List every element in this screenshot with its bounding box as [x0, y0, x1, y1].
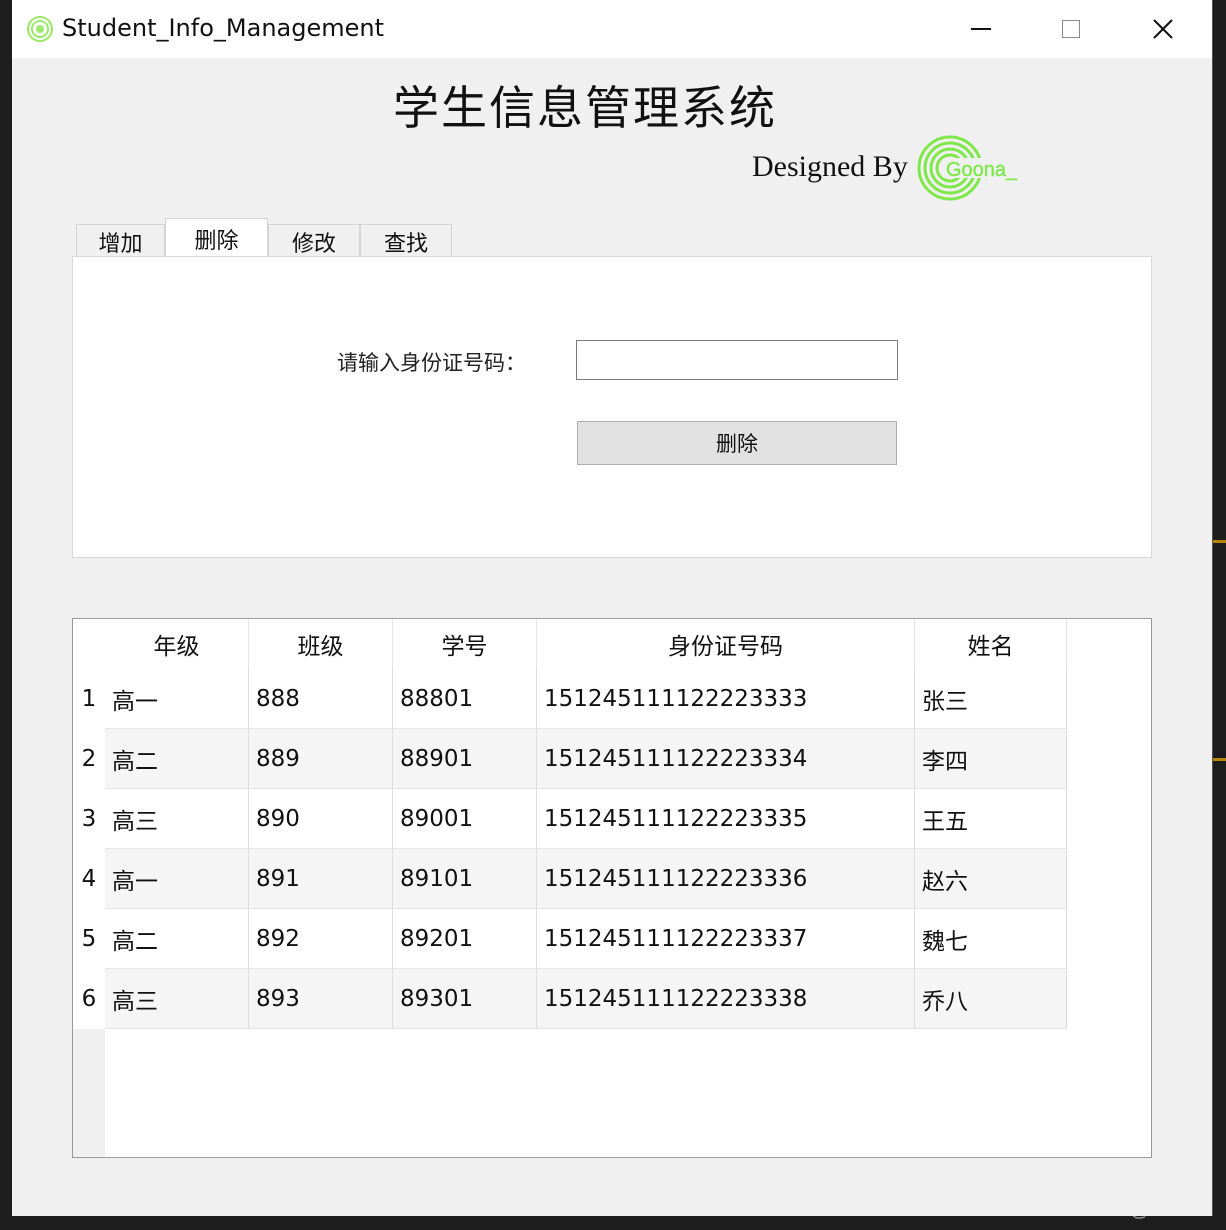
- table-cell-name[interactable]: 张三: [915, 669, 1067, 729]
- column-header-id-card[interactable]: 身份证号码: [537, 619, 915, 669]
- student-table[interactable]: 年级 班级 学号 身份证号码 姓名 1 高一 888 88801 1512451…: [72, 618, 1152, 1158]
- app-logo-icon: [27, 16, 53, 42]
- close-icon: [1153, 19, 1173, 39]
- table-cell-name[interactable]: 李四: [915, 729, 1067, 789]
- close-button[interactable]: [1118, 0, 1208, 58]
- bg-accent-mark: [1212, 540, 1226, 543]
- title-bar[interactable]: Student_Info_Management: [12, 0, 1212, 58]
- column-header-grade[interactable]: 年级: [105, 619, 249, 669]
- table-corner[interactable]: [73, 619, 105, 669]
- table-cell-student-id[interactable]: 89001: [393, 789, 537, 849]
- table-cell-class[interactable]: 891: [249, 849, 393, 909]
- table-cell-grade[interactable]: 高二: [105, 729, 249, 789]
- table-cell-id-card[interactable]: 151245111122223337: [537, 909, 915, 969]
- table-cell-class[interactable]: 890: [249, 789, 393, 849]
- column-header-name[interactable]: 姓名: [915, 619, 1067, 669]
- table-cell-grade[interactable]: 高二: [105, 909, 249, 969]
- table-cell-grade[interactable]: 高三: [105, 789, 249, 849]
- page-title: 学生信息管理系统: [393, 81, 777, 135]
- id-card-label: 请输入身份证号码：: [337, 351, 526, 375]
- table-cell-id-card[interactable]: 151245111122223333: [537, 669, 915, 729]
- table-cell-class[interactable]: 893: [249, 969, 393, 1029]
- bg-accent-mark: [1212, 758, 1226, 761]
- table-cell-class[interactable]: 889: [249, 729, 393, 789]
- table-cell-grade[interactable]: 高一: [105, 669, 249, 729]
- table-cell-id-card[interactable]: 151245111122223335: [537, 789, 915, 849]
- table-cell-student-id[interactable]: 89101: [393, 849, 537, 909]
- table-cell-class[interactable]: 892: [249, 909, 393, 969]
- table-cell-id-card[interactable]: 151245111122223336: [537, 849, 915, 909]
- column-header-class[interactable]: 班级: [249, 619, 393, 669]
- delete-button[interactable]: 删除: [577, 421, 897, 465]
- table-cell-student-id[interactable]: 89301: [393, 969, 537, 1029]
- row-number[interactable]: 6: [73, 969, 105, 1029]
- goona-logo-icon: Goona_: [917, 135, 1030, 201]
- table-cell-grade[interactable]: 高三: [105, 969, 249, 1029]
- maximize-icon: [1062, 20, 1080, 38]
- tab-delete[interactable]: 删除: [165, 218, 268, 258]
- table-cell-name[interactable]: 乔八: [915, 969, 1067, 1029]
- id-card-input[interactable]: [576, 340, 898, 380]
- tab-add[interactable]: 增加: [76, 224, 165, 258]
- table-cell-class[interactable]: 888: [249, 669, 393, 729]
- delete-panel: 请输入身份证号码： 删除: [72, 256, 1152, 558]
- table-cell-student-id[interactable]: 88901: [393, 729, 537, 789]
- table-cell-name[interactable]: 王五: [915, 789, 1067, 849]
- designed-by-label: Designed By: [752, 150, 908, 183]
- app-window: Student_Info_Management 学生信息管理系统 Designe…: [12, 0, 1213, 1216]
- table-cell-grade[interactable]: 高一: [105, 849, 249, 909]
- minimize-button[interactable]: [936, 0, 1026, 58]
- window-title: Student_Info_Management: [62, 14, 384, 42]
- row-number[interactable]: 4: [73, 849, 105, 909]
- maximize-button[interactable]: [1026, 0, 1116, 58]
- table-cell-id-card[interactable]: 151245111122223338: [537, 969, 915, 1029]
- tab-bar: 增加 删除 修改 查找: [76, 218, 452, 258]
- table-cell-name[interactable]: 赵六: [915, 849, 1067, 909]
- row-number[interactable]: 1: [73, 669, 105, 729]
- tab-find[interactable]: 查找: [360, 224, 452, 258]
- table-cell-student-id[interactable]: 89201: [393, 909, 537, 969]
- table-cell-id-card[interactable]: 151245111122223334: [537, 729, 915, 789]
- row-number[interactable]: 3: [73, 789, 105, 849]
- tab-modify[interactable]: 修改: [268, 224, 360, 258]
- row-number[interactable]: 2: [73, 729, 105, 789]
- minimize-icon: [971, 28, 991, 30]
- table-cell-name[interactable]: 魏七: [915, 909, 1067, 969]
- column-header-student-id[interactable]: 学号: [393, 619, 537, 669]
- table-cell-student-id[interactable]: 88801: [393, 669, 537, 729]
- row-number[interactable]: 5: [73, 909, 105, 969]
- svg-text:Goona_: Goona_: [946, 159, 1018, 181]
